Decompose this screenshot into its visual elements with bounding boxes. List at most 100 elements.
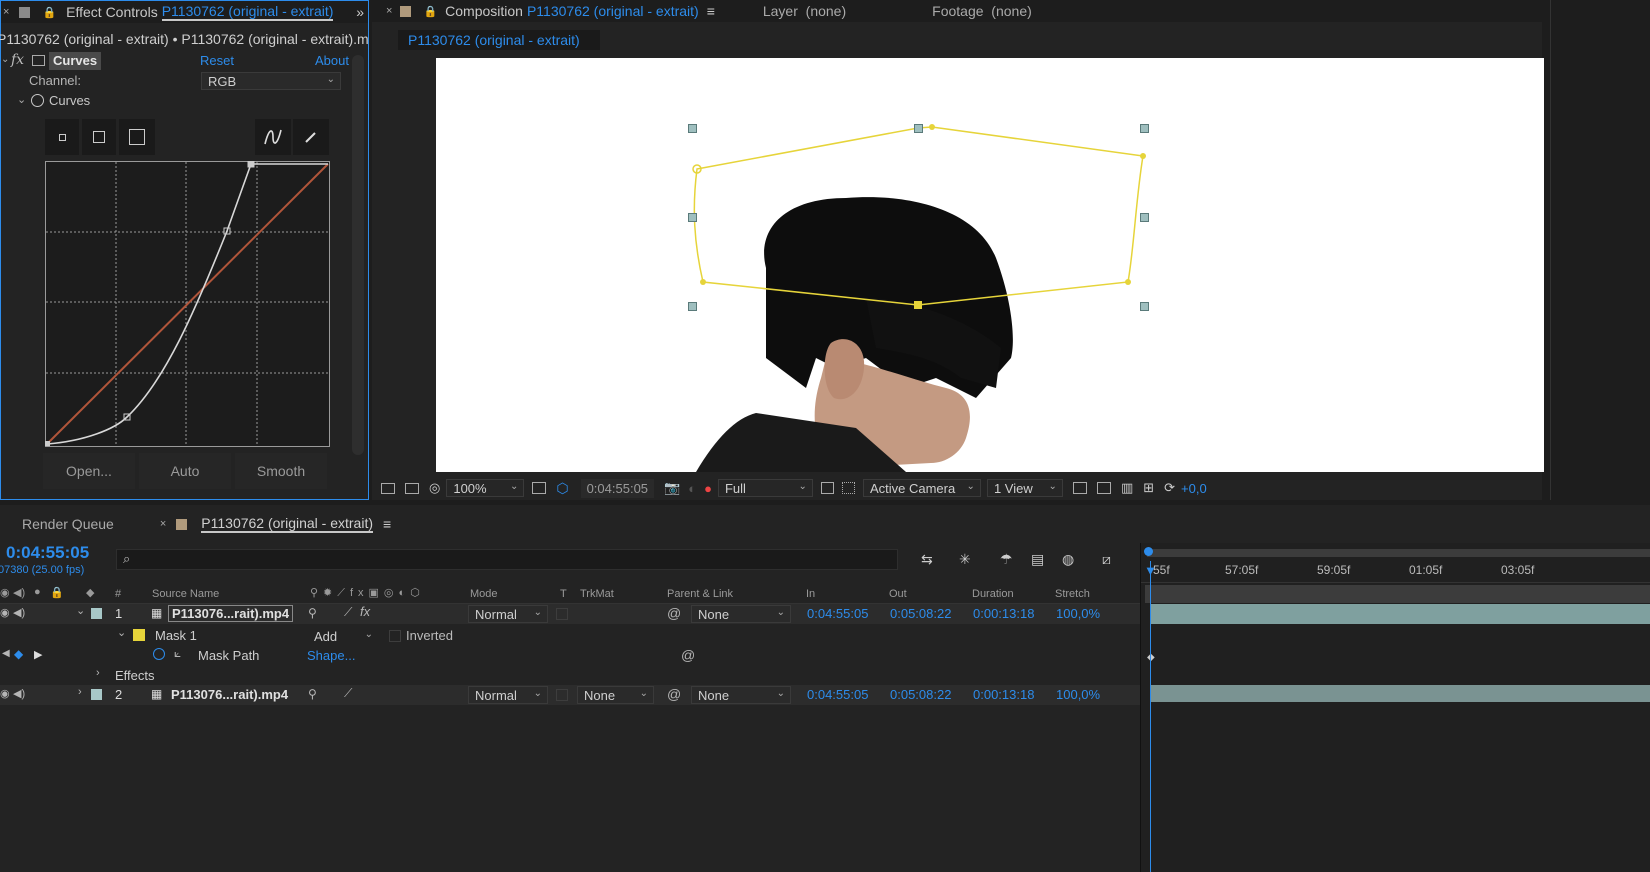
- graph-size-large-button[interactable]: [119, 119, 155, 155]
- monitor-icon[interactable]: [405, 482, 419, 494]
- render-queue-tab[interactable]: Render Queue: [22, 516, 114, 532]
- col-source-name[interactable]: Source Name: [152, 588, 219, 600]
- mask-mode-select[interactable]: Add ⌄: [307, 627, 379, 645]
- frame-blending-icon[interactable]: ▤: [1031, 551, 1044, 568]
- mode-select[interactable]: Normal ⌄: [468, 686, 548, 704]
- layer-tab[interactable]: Layer (none): [763, 3, 846, 19]
- keyframe-diamond-icon[interactable]: ◆: [14, 647, 23, 661]
- duration[interactable]: 0:00:13:18: [973, 687, 1034, 702]
- mask-vertex-selected[interactable]: [914, 301, 922, 309]
- timeline-comp-tab[interactable]: P1130762 (original - extrait): [201, 515, 373, 533]
- graph-icon[interactable]: ⟀: [174, 646, 181, 661]
- effect-controls-tab-layer[interactable]: P1130762 (original - extrait): [161, 3, 334, 21]
- col-duration[interactable]: Duration: [972, 588, 1014, 600]
- curve-point[interactable]: [247, 161, 255, 168]
- col-out[interactable]: Out: [889, 588, 907, 600]
- open-button[interactable]: Open...: [43, 453, 135, 489]
- lock-icon[interactable]: 🔒: [42, 6, 56, 19]
- work-area-start[interactable]: [1144, 547, 1153, 556]
- transparency-grid-icon[interactable]: [841, 482, 855, 494]
- pick-whip-icon[interactable]: @: [667, 686, 681, 702]
- twirl-open-icon[interactable]: ⌄: [76, 604, 85, 617]
- col-trkmat[interactable]: TrkMat: [580, 588, 614, 600]
- close-icon[interactable]: ×: [3, 6, 9, 18]
- region-of-interest-icon[interactable]: [820, 482, 834, 494]
- inverted-checkbox[interactable]: [389, 630, 401, 642]
- label-tag-icon[interactable]: ◆: [86, 586, 94, 599]
- out-point[interactable]: 0:05:08:22: [890, 606, 951, 621]
- composition-sub-tab[interactable]: P1130762 (original - extrait): [398, 30, 600, 50]
- trkmat-select[interactable]: None ⌄: [577, 686, 654, 704]
- col-in[interactable]: In: [806, 588, 815, 600]
- effects-row[interactable]: › Effects: [0, 666, 1140, 686]
- curves-graph[interactable]: [45, 161, 331, 448]
- stretch[interactable]: 100,0%: [1056, 606, 1100, 621]
- effect-controls-tab-title[interactable]: Effect Controls: [66, 4, 158, 20]
- in-point[interactable]: 0:04:55:05: [807, 606, 868, 621]
- stopwatch-icon[interactable]: [153, 648, 165, 660]
- mask-path-value[interactable]: Shape...: [307, 648, 355, 663]
- channel-icon[interactable]: ●: [704, 481, 712, 496]
- col-t[interactable]: T: [560, 588, 567, 600]
- hide-shy-layers-icon[interactable]: ☂: [1000, 551, 1013, 568]
- view-layout-select[interactable]: 1 View ⌄: [986, 479, 1063, 497]
- audio-icon[interactable]: ◀): [13, 687, 25, 700]
- about-link[interactable]: About: [315, 53, 349, 68]
- solo-icon[interactable]: ●: [34, 586, 41, 598]
- close-icon[interactable]: ×: [386, 5, 392, 17]
- transform-handle[interactable]: [1140, 302, 1149, 311]
- quality-switch-icon[interactable]: ⟋: [344, 605, 352, 620]
- mask-view-icon[interactable]: ◎: [429, 480, 440, 496]
- track-matte-toggle[interactable]: [556, 689, 568, 701]
- transform-handle[interactable]: [1140, 213, 1149, 222]
- mask-vertex[interactable]: [700, 279, 706, 285]
- transform-handle[interactable]: [914, 124, 923, 133]
- transform-handle[interactable]: [688, 302, 697, 311]
- camera-select[interactable]: Active Camera ⌄: [862, 479, 981, 497]
- lock-icon[interactable]: 🔒: [423, 5, 437, 18]
- composition-viewer[interactable]: [436, 58, 1544, 472]
- mask-path-overlay[interactable]: [436, 58, 1544, 472]
- expand-icon[interactable]: »: [356, 4, 364, 20]
- mode-select[interactable]: Normal ⌄: [468, 605, 548, 623]
- graph-size-medium-button[interactable]: [82, 119, 116, 155]
- mask-vertex[interactable]: [929, 124, 935, 130]
- eye-icon[interactable]: ◉: [0, 606, 10, 619]
- curve-point[interactable]: [45, 441, 50, 446]
- work-area-bar[interactable]: [1147, 549, 1650, 557]
- show-snapshot-icon[interactable]: ◐: [688, 481, 696, 496]
- audio-icon[interactable]: ◀): [13, 586, 25, 599]
- shy-switch-icon[interactable]: ⚲: [308, 687, 317, 701]
- always-preview-icon[interactable]: [381, 482, 395, 494]
- transform-handle[interactable]: [1140, 124, 1149, 133]
- reset-exposure-icon[interactable]: ⟳: [1164, 480, 1175, 496]
- layer-name[interactable]: P113076...rait).mp4: [171, 687, 288, 702]
- fx-switch-icon[interactable]: fx: [360, 604, 370, 619]
- current-time-indicator[interactable]: 0:04:55:05: [6, 543, 89, 563]
- resolution-select[interactable]: Full ⌄: [717, 479, 813, 497]
- eye-icon[interactable]: ◉: [0, 687, 10, 700]
- channel-select[interactable]: RGB ⌄: [201, 72, 341, 90]
- fx-icon[interactable]: fx: [11, 52, 24, 68]
- auto-button[interactable]: Auto: [139, 453, 231, 489]
- time-graph-area[interactable]: 55f 57:05f 59:05f 01:05f 03:05f ◆ ▼: [1140, 543, 1650, 872]
- stretch[interactable]: 100,0%: [1056, 687, 1100, 702]
- collapse-chevron-icon[interactable]: ⌄: [1, 54, 9, 65]
- col-parent[interactable]: Parent & Link: [667, 588, 733, 600]
- col-num[interactable]: #: [115, 588, 121, 600]
- label-color-swatch[interactable]: [91, 608, 102, 619]
- mask-path-row[interactable]: ◀ ◆ ▶ ⟀ Mask Path Shape... @: [0, 646, 1140, 666]
- composition-tab-name[interactable]: P1130762 (original - extrait): [527, 3, 699, 19]
- playhead-handle[interactable]: ▼: [1144, 563, 1157, 578]
- effect-name[interactable]: Curves: [49, 52, 102, 70]
- safe-zones-icon[interactable]: [532, 482, 547, 494]
- lock-icon[interactable]: 🔒: [50, 586, 64, 599]
- twirl-closed-icon[interactable]: ›: [96, 667, 100, 679]
- bezier-tool-button[interactable]: [255, 119, 291, 155]
- comp-mini-flowchart-icon[interactable]: ⇆: [921, 551, 933, 568]
- label-color-swatch[interactable]: [91, 689, 102, 700]
- transform-handle[interactable]: [688, 124, 697, 133]
- timeline-icon[interactable]: ▥: [1121, 480, 1133, 496]
- curves-chevron-icon[interactable]: ⌄: [17, 93, 26, 106]
- mask-vertex[interactable]: [1140, 153, 1146, 159]
